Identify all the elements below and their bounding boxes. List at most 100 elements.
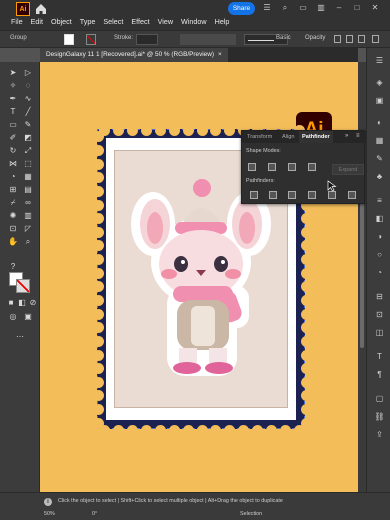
menu-help[interactable]: Help (211, 15, 234, 29)
gradient-panel-icon[interactable]: ◧ (374, 214, 385, 224)
fill-swatch[interactable] (64, 34, 74, 45)
menu-view[interactable]: View (154, 15, 177, 29)
stroke-panel-icon[interactable]: ≡ (374, 196, 385, 206)
artboards-icon[interactable]: ▢ (374, 394, 385, 404)
transparency-icon[interactable]: ◑ (374, 232, 385, 242)
tab-align[interactable]: Align (279, 131, 297, 143)
screen-mode-icon[interactable]: ▣ (23, 312, 33, 321)
blend-tool-icon[interactable]: ∞ (23, 198, 33, 207)
brushes-icon[interactable]: ✎ (374, 154, 385, 164)
artboard-tool-icon[interactable]: ⊡ (8, 224, 18, 233)
close-tab-icon[interactable]: × (218, 48, 222, 62)
menu-file[interactable]: File (7, 15, 27, 29)
asset-export-icon[interactable]: ⇪ (374, 430, 385, 440)
learn-icon[interactable]: ☰ (262, 3, 272, 13)
rotate-tool-icon[interactable]: ↻ (8, 146, 18, 155)
tab-pathfinder[interactable]: Pathfinder (299, 131, 333, 143)
divide-icon[interactable] (250, 191, 258, 199)
menu-type[interactable]: Type (76, 15, 100, 29)
menu-select[interactable]: Select (99, 15, 127, 29)
maximize-icon[interactable]: □ (352, 3, 362, 13)
shaper-tool-icon[interactable]: ✐ (8, 133, 18, 142)
symbols-icon[interactable]: ♣ (374, 172, 385, 182)
align-icon[interactable] (346, 35, 353, 43)
selection-tool-icon[interactable]: ➤ (8, 68, 18, 77)
bunny-illustration[interactable] (125, 176, 275, 384)
menu-object[interactable]: Object (47, 15, 76, 29)
pen-tool-icon[interactable]: ✒ (8, 94, 18, 103)
lasso-tool-icon[interactable]: ◌ (23, 81, 33, 90)
expand-button[interactable]: Expand (332, 164, 364, 175)
paragraph-icon[interactable]: ¶ (374, 370, 385, 380)
draw-mode-icon[interactable]: ◎ (8, 312, 18, 321)
graphic-styles-icon[interactable]: ◔ (374, 268, 385, 278)
share-button[interactable]: Share (228, 2, 255, 15)
stroke-color-icon[interactable] (16, 279, 30, 293)
zoom-tool-icon[interactable]: ⌕ (23, 237, 33, 246)
zoom-level[interactable]: 50% (44, 511, 55, 517)
vertical-scrollbar[interactable] (358, 62, 366, 492)
align-panel-icon[interactable]: ⊟ (374, 292, 385, 302)
free-transform-tool-icon[interactable]: ⬚ (23, 159, 33, 168)
menu-effect[interactable]: Effect (127, 15, 153, 29)
rotation-value[interactable]: 0° (92, 511, 97, 517)
crop-icon[interactable] (308, 191, 316, 199)
document-tab[interactable]: DesignGalaxy 11 1 [Recovered].ai* @ 50 %… (40, 48, 228, 62)
graph-tool-icon[interactable]: ▥ (23, 211, 33, 220)
minus-front-icon[interactable] (268, 163, 276, 171)
gradient-tool-icon[interactable]: ▤ (23, 185, 33, 194)
more-tools-icon[interactable]: ⋯ (15, 332, 25, 341)
menu-window[interactable]: Window (177, 15, 211, 29)
appearance-icon[interactable]: ○ (374, 250, 385, 260)
mesh-tool-icon[interactable]: ⊞ (8, 185, 18, 194)
search-icon[interactable]: ⌕ (280, 3, 290, 13)
trim-icon[interactable] (269, 191, 277, 199)
magic-wand-tool-icon[interactable]: ✧ (8, 81, 18, 90)
eyedropper-tool-icon[interactable]: ⌿ (8, 198, 18, 207)
paintbrush-tool-icon[interactable]: ✎ (23, 120, 33, 129)
outline-icon[interactable] (328, 191, 336, 199)
panel-menu-icon[interactable] (372, 35, 379, 43)
stroke-weight-field[interactable] (136, 34, 158, 45)
eraser-tool-icon[interactable]: ◩ (23, 133, 33, 142)
hand-tool-icon[interactable]: ✋ (8, 237, 18, 246)
color-mode-icon[interactable]: ■ (6, 298, 16, 307)
help-icon[interactable]: ? (8, 262, 18, 271)
panel-collapse-icon[interactable]: » (345, 133, 348, 139)
minimize-icon[interactable]: – (334, 3, 344, 13)
unite-icon[interactable] (248, 163, 256, 171)
curvature-tool-icon[interactable]: ∿ (23, 94, 33, 103)
exclude-icon[interactable] (308, 163, 316, 171)
tab-transform[interactable]: Transform (244, 131, 275, 143)
stroke-swatch[interactable] (86, 34, 96, 45)
menu-edit[interactable]: Edit (27, 15, 47, 29)
shape-builder-tool-icon[interactable]: ◔ (8, 172, 18, 181)
gradient-mode-icon[interactable]: ◧ (17, 298, 27, 307)
transform-icon[interactable] (358, 35, 365, 43)
line-tool-icon[interactable]: ╱ (23, 107, 33, 116)
workspace-icon[interactable]: ▭ (298, 3, 308, 13)
perspective-grid-tool-icon[interactable]: ▦ (23, 172, 33, 181)
slice-tool-icon[interactable]: ◸ (23, 224, 33, 233)
direct-selection-tool-icon[interactable]: ▷ (23, 68, 33, 77)
rectangle-tool-icon[interactable]: ▭ (8, 120, 18, 129)
transform-panel-icon[interactable]: ⊡ (374, 310, 385, 320)
style-icon[interactable] (334, 35, 341, 43)
merge-icon[interactable] (288, 191, 296, 199)
close-window-icon[interactable]: ✕ (370, 3, 380, 13)
type-panel-icon[interactable]: T (374, 352, 385, 362)
home-icon[interactable] (34, 2, 48, 16)
type-tool-icon[interactable]: T (8, 107, 18, 116)
properties-icon[interactable]: ☰ (374, 56, 385, 66)
libraries-icon[interactable]: ▣ (374, 96, 385, 106)
links-icon[interactable]: ⛓ (374, 412, 385, 422)
scale-tool-icon[interactable]: ⤢ (23, 146, 33, 155)
opacity-label[interactable]: Opacity (305, 35, 325, 41)
minus-back-icon[interactable] (348, 191, 356, 199)
none-mode-icon[interactable]: ⊘ (28, 298, 38, 307)
arrange-icon[interactable]: ▥ (316, 3, 326, 13)
symbol-sprayer-tool-icon[interactable]: ✺ (8, 211, 18, 220)
color-icon[interactable]: ◐ (374, 118, 385, 128)
width-tool-icon[interactable]: ⋈ (8, 159, 18, 168)
swatches-icon[interactable]: ▦ (374, 136, 385, 146)
